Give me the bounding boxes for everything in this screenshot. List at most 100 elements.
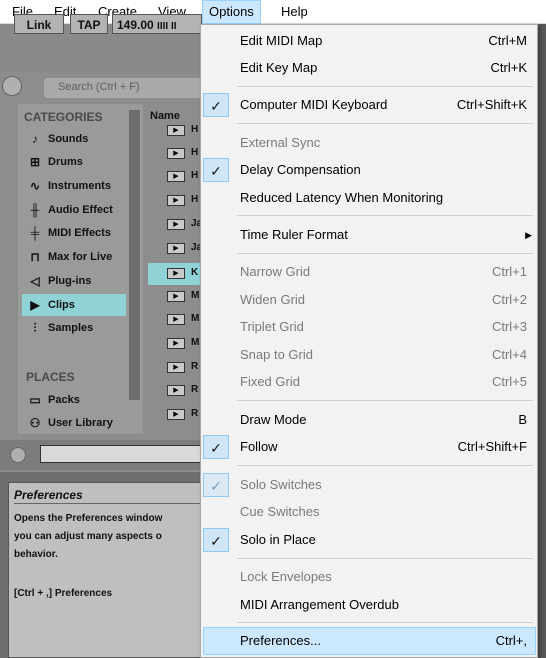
clip-row[interactable]: ▶ M <box>167 337 203 351</box>
menu-item-label: Time Ruler Format <box>240 227 348 242</box>
menu-item-lock-envelopes[interactable]: Lock Envelopes <box>203 564 536 590</box>
browser-toggle-icon[interactable] <box>2 76 22 96</box>
link-button[interactable]: Link <box>14 14 64 34</box>
categories-scrollbar[interactable] <box>129 110 140 400</box>
menu-item-preferences[interactable]: Preferences... Ctrl+, <box>203 627 536 655</box>
waveform-icon: ∿ <box>29 179 41 193</box>
tap-button[interactable]: TAP <box>70 14 108 34</box>
place-packs[interactable]: ▭ Packs <box>22 389 126 411</box>
music-note-icon: ♪ <box>32 132 38 146</box>
clip-file-icon: ▶ <box>167 125 185 136</box>
menu-item-midi-arrangement-overdub[interactable]: MIDI Arrangement Overdub <box>203 592 536 618</box>
menu-separator <box>237 558 533 559</box>
menu-separator <box>237 215 533 216</box>
clip-name: R <box>191 408 199 419</box>
menu-help[interactable]: Help <box>275 0 314 24</box>
clip-file-icon: ▶ <box>167 219 185 230</box>
tempo-field[interactable]: 149.00 IIII II <box>112 14 202 34</box>
menu-item-edit-midi-map[interactable]: Edit MIDI Map Ctrl+M <box>203 28 536 54</box>
category-max-for-live[interactable]: ⊓ Max for Live <box>22 246 126 268</box>
menu-item-widen-grid[interactable]: Widen Grid Ctrl+2 <box>203 287 536 313</box>
clip-row[interactable]: ▶ H <box>167 194 203 208</box>
info-text-line: behavior. <box>14 549 58 560</box>
clip-row[interactable]: ▶ R <box>167 408 203 422</box>
checkmark-icon: ✓ <box>203 473 229 497</box>
drum-grid-icon: ⊞ <box>29 155 41 169</box>
menu-item-label: Computer MIDI Keyboard <box>240 97 388 112</box>
category-label: Sounds <box>48 133 89 145</box>
clip-row[interactable]: ▶ M <box>167 290 203 304</box>
menu-item-narrow-grid[interactable]: Narrow Grid Ctrl+1 <box>203 259 536 285</box>
category-clips[interactable]: ▶ Clips <box>22 294 126 316</box>
clip-row[interactable]: ▶ Ja <box>167 242 203 256</box>
menu-item-shortcut: Ctrl+4 <box>491 347 527 362</box>
menu-item-label: Reduced Latency When Monitoring <box>240 190 444 205</box>
menu-item-reduced-latency[interactable]: Reduced Latency When Monitoring <box>203 185 536 211</box>
clip-row[interactable]: ▶ H <box>167 124 203 138</box>
menu-separator <box>237 400 533 401</box>
clip-file-icon: ▶ <box>167 385 185 396</box>
checkmark-icon: ✓ <box>203 158 229 182</box>
clip-row[interactable]: ▶ Ja <box>167 218 203 232</box>
menu-item-solo-switches[interactable]: ✓ Solo Switches <box>203 472 536 498</box>
menu-separator <box>237 253 533 254</box>
clip-name: H <box>191 147 199 158</box>
clip-file-icon: ▶ <box>167 409 185 420</box>
menu-item-computer-midi-keyboard[interactable]: ✓ Computer MIDI Keyboard Ctrl+Shift+K <box>203 92 536 118</box>
menu-item-label: Narrow Grid <box>240 264 311 279</box>
clip-play-icon: ▶ <box>30 298 40 312</box>
menu-item-cue-switches[interactable]: Cue Switches <box>203 499 536 525</box>
menu-item-fixed-grid[interactable]: Fixed Grid Ctrl+5 <box>203 369 536 395</box>
category-label: Samples <box>48 322 94 334</box>
clip-row[interactable]: ▶ H <box>167 147 203 161</box>
menu-item-label: Triplet Grid <box>240 319 304 334</box>
category-midi-effects[interactable]: ╪ MIDI Effects <box>22 222 126 244</box>
packs-icon: ▭ <box>29 393 41 407</box>
clip-row[interactable]: ▶ R <box>167 384 203 398</box>
menu-item-edit-key-map[interactable]: Edit Key Map Ctrl+K <box>203 55 536 81</box>
category-sounds[interactable]: ♪ Sounds <box>22 128 126 150</box>
clip-file-icon: ▶ <box>167 243 185 254</box>
place-user-library[interactable]: ⚇ User Library <box>22 412 126 434</box>
places-heading: PLACES <box>26 370 75 384</box>
clip-name: M <box>191 290 200 301</box>
menu-item-draw-mode[interactable]: Draw Mode B <box>203 407 536 433</box>
menu-item-label: Edit MIDI Map <box>240 33 323 48</box>
plugin-icon: ◁ <box>30 274 40 288</box>
clip-file-icon: ▶ <box>167 195 185 206</box>
menu-item-time-ruler-format[interactable]: Time Ruler Format ▶ <box>203 222 536 248</box>
clip-row[interactable]: ▶ H <box>167 170 203 184</box>
preview-waveform[interactable] <box>40 445 210 463</box>
menu-item-follow[interactable]: ✓ Follow Ctrl+Shift+F <box>203 434 536 460</box>
preview-toggle-icon[interactable] <box>10 447 26 463</box>
clip-file-icon: ▶ <box>167 171 185 182</box>
clip-row[interactable]: ▶ R <box>167 361 203 375</box>
menu-item-label: Solo Switches <box>240 477 322 492</box>
menu-item-triplet-grid[interactable]: Triplet Grid Ctrl+3 <box>203 314 536 340</box>
category-instruments[interactable]: ∿ Instruments <box>22 175 126 197</box>
clip-name: R <box>191 384 199 395</box>
menu-item-solo-in-place[interactable]: ✓ Solo in Place <box>203 527 536 553</box>
category-samples[interactable]: ⫶ Samples <box>22 317 126 339</box>
category-label: Instruments <box>48 180 111 192</box>
submenu-arrow-icon: ▶ <box>525 230 532 240</box>
menu-item-label: MIDI Arrangement Overdub <box>240 597 399 612</box>
category-audio-effect[interactable]: ╫ Audio Effect <box>22 199 126 221</box>
category-drums[interactable]: ⊞ Drums <box>22 151 126 173</box>
menu-options[interactable]: Options <box>202 0 261 24</box>
clip-name: H <box>191 124 199 135</box>
clip-file-icon: ▶ <box>167 148 185 159</box>
clip-row[interactable]: ▶ M <box>167 313 203 327</box>
menu-item-shortcut: B <box>518 412 527 427</box>
checkmark-icon: ✓ <box>203 528 229 552</box>
menu-item-snap-to-grid[interactable]: Snap to Grid Ctrl+4 <box>203 342 536 368</box>
name-column-header[interactable]: Name <box>150 110 180 122</box>
category-plug-ins[interactable]: ◁ Plug-ins <box>22 270 126 292</box>
clip-file-icon: ▶ <box>167 314 185 325</box>
menu-item-external-sync[interactable]: External Sync <box>203 130 536 156</box>
sample-wave-icon: ⫶ <box>33 321 37 335</box>
menu-item-delay-compensation[interactable]: ✓ Delay Compensation <box>203 157 536 183</box>
menu-item-shortcut: Ctrl+K <box>490 60 527 75</box>
clip-row-selected[interactable]: ▶ K <box>148 263 203 285</box>
menu-item-label: Draw Mode <box>240 412 307 427</box>
